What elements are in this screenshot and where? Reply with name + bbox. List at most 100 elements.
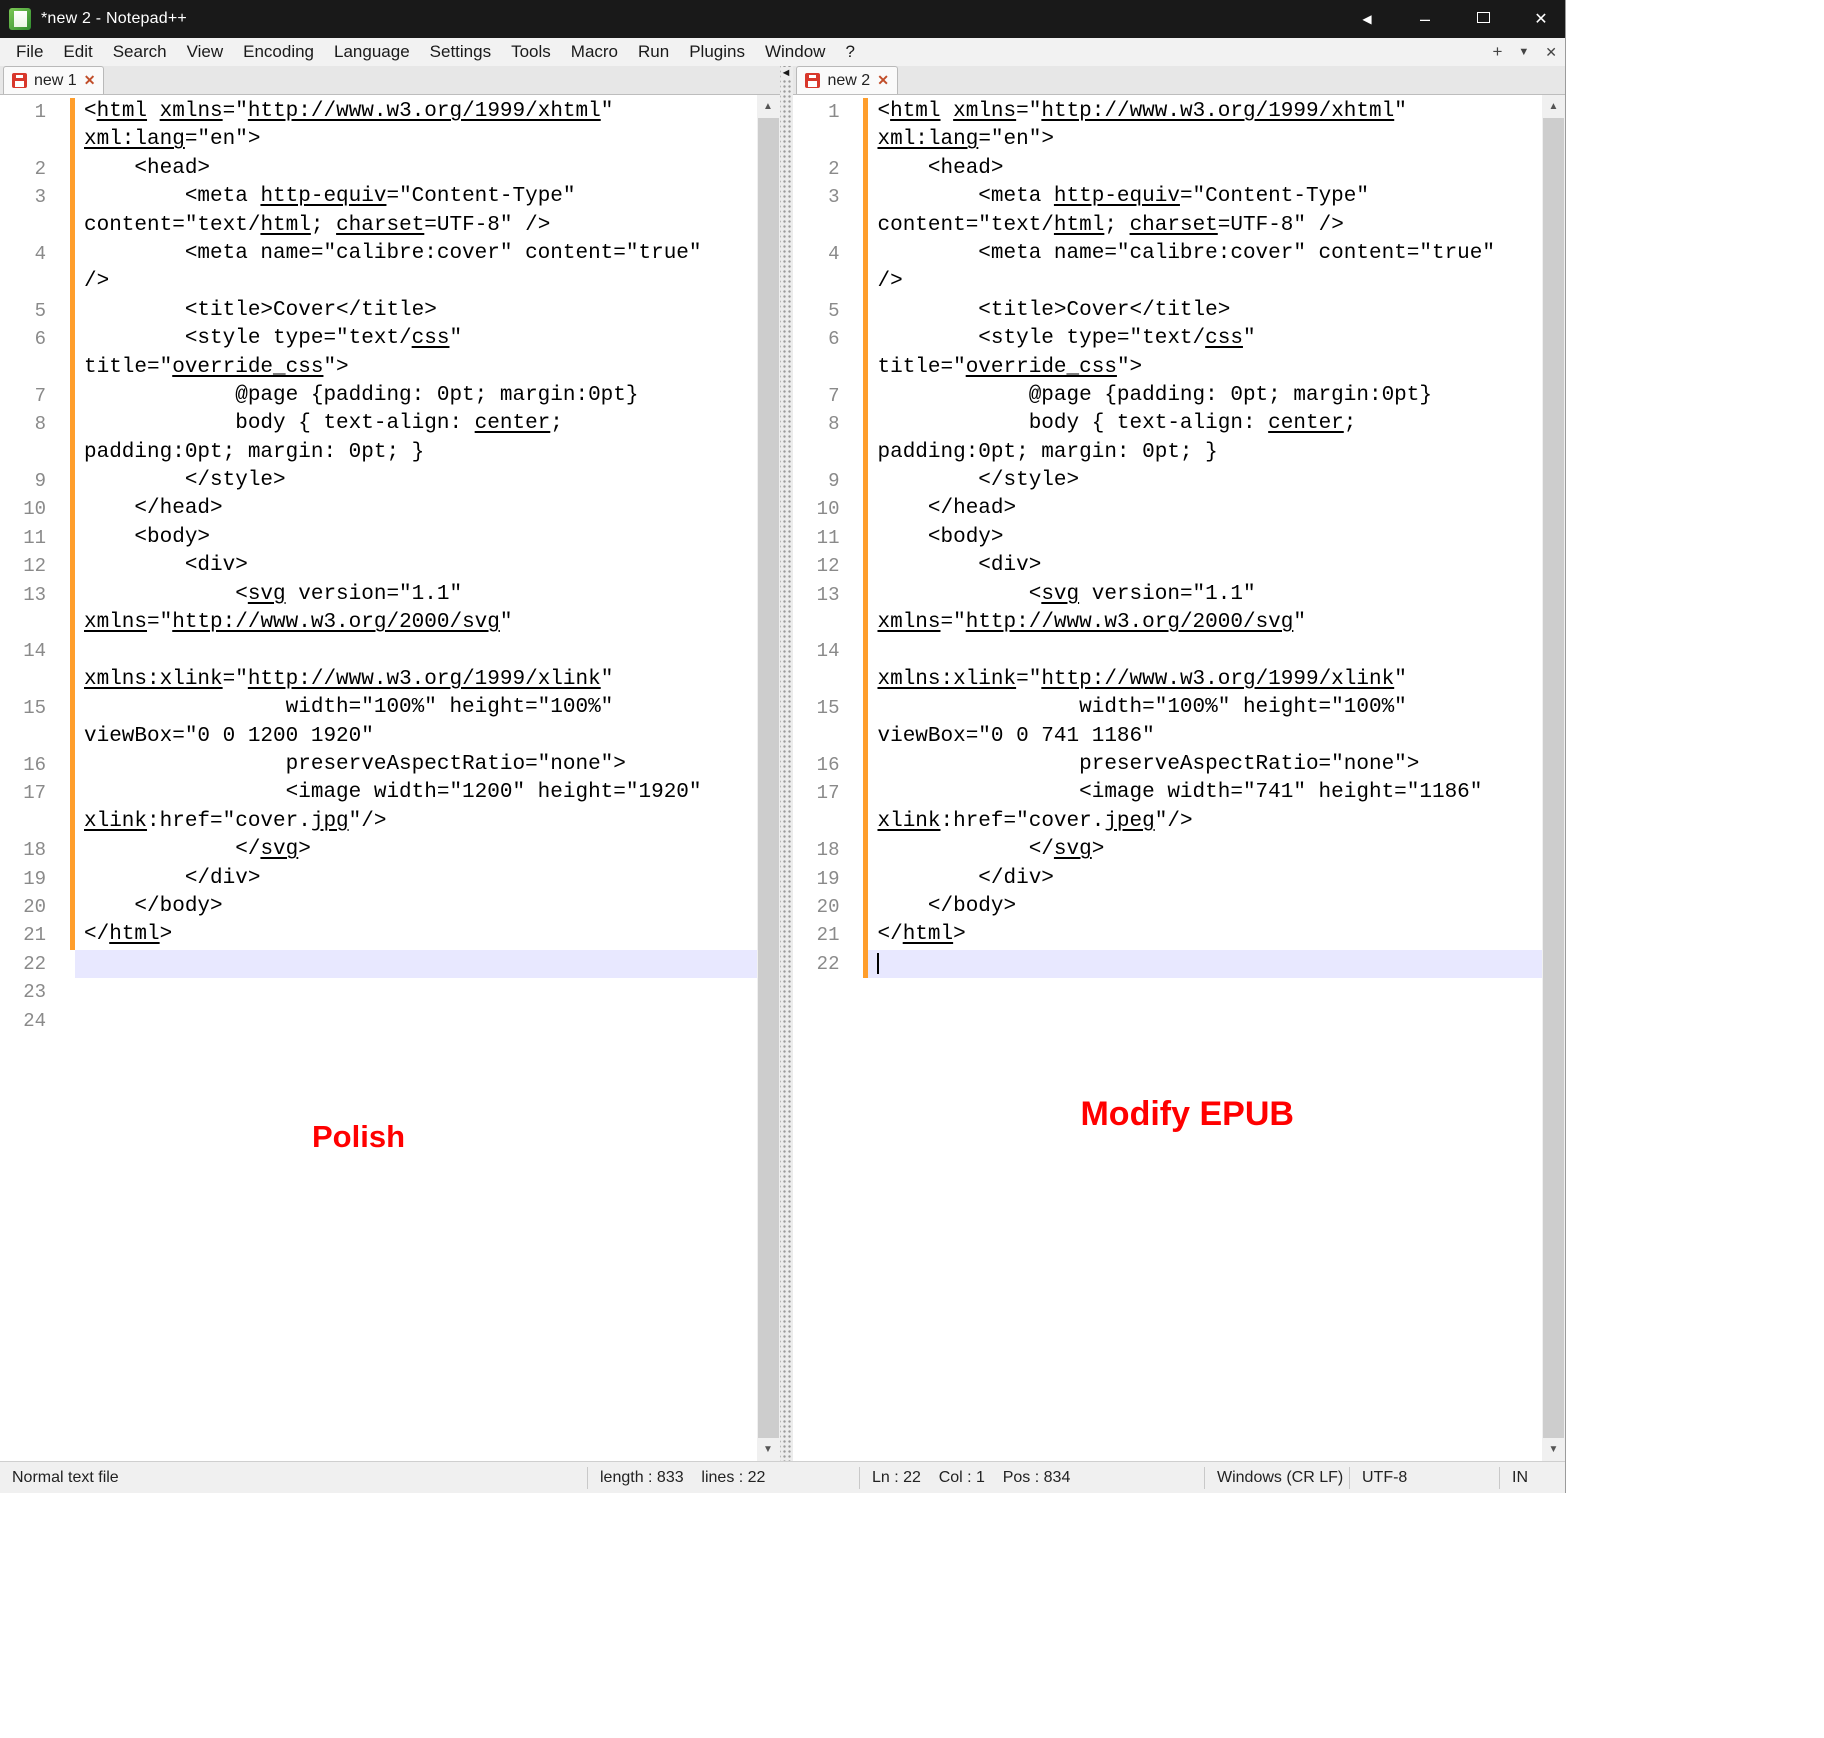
line-number[interactable]: 3 [793, 183, 863, 211]
line-number[interactable] [0, 666, 70, 694]
line-number[interactable] [793, 666, 863, 694]
line-number[interactable] [793, 808, 863, 836]
line-number[interactable]: 17 [793, 779, 863, 807]
code-row[interactable]: xmlns="http://www.w3.org/2000/svg" [793, 609, 1542, 638]
line-number[interactable]: 10 [0, 495, 70, 523]
menu-encoding[interactable]: Encoding [233, 42, 324, 62]
code-row[interactable]: 2 <head> [793, 154, 1542, 184]
line-number[interactable]: 12 [0, 552, 70, 580]
line-number[interactable]: 20 [0, 893, 70, 921]
code-row[interactable]: 20 </body> [0, 892, 757, 922]
line-number[interactable] [793, 126, 863, 154]
code-row[interactable]: xmlns="http://www.w3.org/2000/svg" [0, 609, 757, 638]
line-number[interactable]: 5 [0, 297, 70, 325]
splitter-collapse-icon[interactable]: ◄ [780, 67, 792, 79]
line-number[interactable]: 9 [0, 467, 70, 495]
minimize-button[interactable]: – [1413, 10, 1437, 28]
code-row[interactable]: 10 </head> [793, 495, 1542, 524]
line-number[interactable]: 22 [793, 950, 863, 978]
line-number[interactable]: 24 [0, 1007, 70, 1035]
line-number[interactable]: 21 [0, 921, 70, 949]
code-row[interactable]: 17 <image width="741" height="1186" [793, 779, 1542, 808]
line-number[interactable] [793, 212, 863, 240]
menu-edit[interactable]: Edit [53, 42, 102, 62]
line-number[interactable]: 11 [0, 524, 70, 552]
code-row[interactable]: /> [793, 268, 1542, 297]
code-row[interactable]: viewBox="0 0 1200 1920" [0, 722, 757, 751]
close-tab-icon[interactable]: ✕ [1545, 44, 1557, 61]
menu-settings[interactable]: Settings [420, 42, 501, 62]
line-number[interactable] [0, 808, 70, 836]
code-row[interactable]: 9 </style> [0, 467, 757, 496]
line-number[interactable]: 10 [793, 495, 863, 523]
code-row[interactable]: 12 <div> [793, 552, 1542, 581]
scroll-up-icon[interactable]: ▲ [1542, 95, 1565, 118]
line-number[interactable]: 8 [0, 410, 70, 438]
line-number[interactable]: 11 [793, 524, 863, 552]
line-number[interactable]: 19 [793, 865, 863, 893]
line-number[interactable]: 5 [793, 297, 863, 325]
line-number[interactable] [0, 212, 70, 240]
code-row[interactable]: 14 [0, 637, 757, 666]
menu-help[interactable]: ? [835, 42, 864, 62]
line-number[interactable] [793, 723, 863, 751]
code-row[interactable]: xmlns:xlink="http://www.w3.org/1999/xlin… [793, 665, 1542, 695]
status-typing-mode[interactable]: IN [1500, 1467, 1565, 1489]
tab-new-2[interactable]: new 2 ✕ [796, 66, 898, 94]
code-row[interactable]: 10 </head> [0, 495, 757, 524]
line-number[interactable] [793, 354, 863, 382]
vertical-scrollbar[interactable]: ▲ ▼ [1541, 95, 1565, 1461]
line-number[interactable] [0, 439, 70, 467]
line-number[interactable] [793, 268, 863, 296]
code-row[interactable]: 16 preserveAspectRatio="none"> [793, 750, 1542, 780]
line-number[interactable]: 2 [793, 155, 863, 183]
line-number[interactable]: 21 [793, 921, 863, 949]
line-number[interactable]: 16 [793, 751, 863, 779]
code-row[interactable]: 8 body { text-align: center; [0, 410, 757, 439]
code-row[interactable]: /> [0, 268, 757, 297]
code-row[interactable]: 4 <meta name="calibre:cover" content="tr… [793, 239, 1542, 269]
code-row[interactable]: padding:0pt; margin: 0pt; } [793, 438, 1542, 468]
status-encoding[interactable]: UTF-8 [1350, 1466, 1500, 1489]
line-number[interactable]: 4 [0, 240, 70, 268]
line-number[interactable]: 19 [0, 865, 70, 893]
editor-surface-right[interactable]: 1 <html xmlns="http://www.w3.org/1999/xht… [793, 95, 1565, 1461]
menu-plugins[interactable]: Plugins [679, 42, 755, 62]
menu-view[interactable]: View [177, 42, 234, 62]
code-row[interactable]: 8 body { text-align: center; [793, 410, 1542, 439]
code-row[interactable]: 11 <body> [793, 523, 1542, 553]
menu-tools[interactable]: Tools [501, 42, 561, 62]
code-row[interactable]: 20 </body> [793, 892, 1542, 922]
code-row[interactable]: 18 </svg> [793, 836, 1542, 865]
title-bar[interactable]: *new 2 - Notepad++ ◀ – ✕ [0, 0, 1565, 38]
code-row[interactable]: 13 <svg version="1.1" [793, 580, 1542, 610]
code-row[interactable]: 6 <style type="text/css" [0, 325, 757, 354]
line-number[interactable]: 18 [793, 836, 863, 864]
code-row[interactable]: xlink:href="cover.jpg"/> [0, 807, 757, 837]
menu-window[interactable]: Window [755, 42, 835, 62]
editor-surface-left[interactable]: 1 <html xmlns="http://www.w3.org/1999/xht… [0, 95, 780, 1461]
scrollbar-thumb[interactable] [1542, 118, 1564, 1438]
menu-language[interactable]: Language [324, 42, 420, 62]
code-row[interactable]: 9 </style> [793, 467, 1542, 496]
code-row[interactable]: 19 </div> [793, 864, 1542, 893]
line-number[interactable] [0, 723, 70, 751]
code-row[interactable]: 6 <style type="text/css" [793, 325, 1542, 354]
line-number[interactable]: 13 [793, 581, 863, 609]
menu-file[interactable]: File [6, 42, 53, 62]
pane-splitter[interactable]: ◄ [779, 66, 794, 1461]
line-number[interactable] [0, 268, 70, 296]
code-row[interactable]: 13 <svg version="1.1" [0, 580, 757, 610]
code-row[interactable]: padding:0pt; margin: 0pt; } [0, 438, 757, 468]
code-row[interactable]: 21 </html> [0, 921, 757, 950]
line-number[interactable]: 15 [0, 694, 70, 722]
code-row[interactable]: 15 width="100%" height="100%" [793, 694, 1542, 723]
code-row[interactable]: 23 [0, 978, 757, 1006]
line-number[interactable]: 9 [793, 467, 863, 495]
line-number[interactable]: 16 [0, 751, 70, 779]
code-row[interactable]: title="override_css"> [793, 353, 1542, 382]
code-row[interactable]: 1 <html xmlns="http://www.w3.org/1999/xht… [0, 98, 757, 127]
line-number[interactable]: 13 [0, 581, 70, 609]
collapse-arrow-icon[interactable]: ◀ [1355, 12, 1379, 26]
tab-close-icon[interactable]: ✕ [877, 72, 889, 89]
